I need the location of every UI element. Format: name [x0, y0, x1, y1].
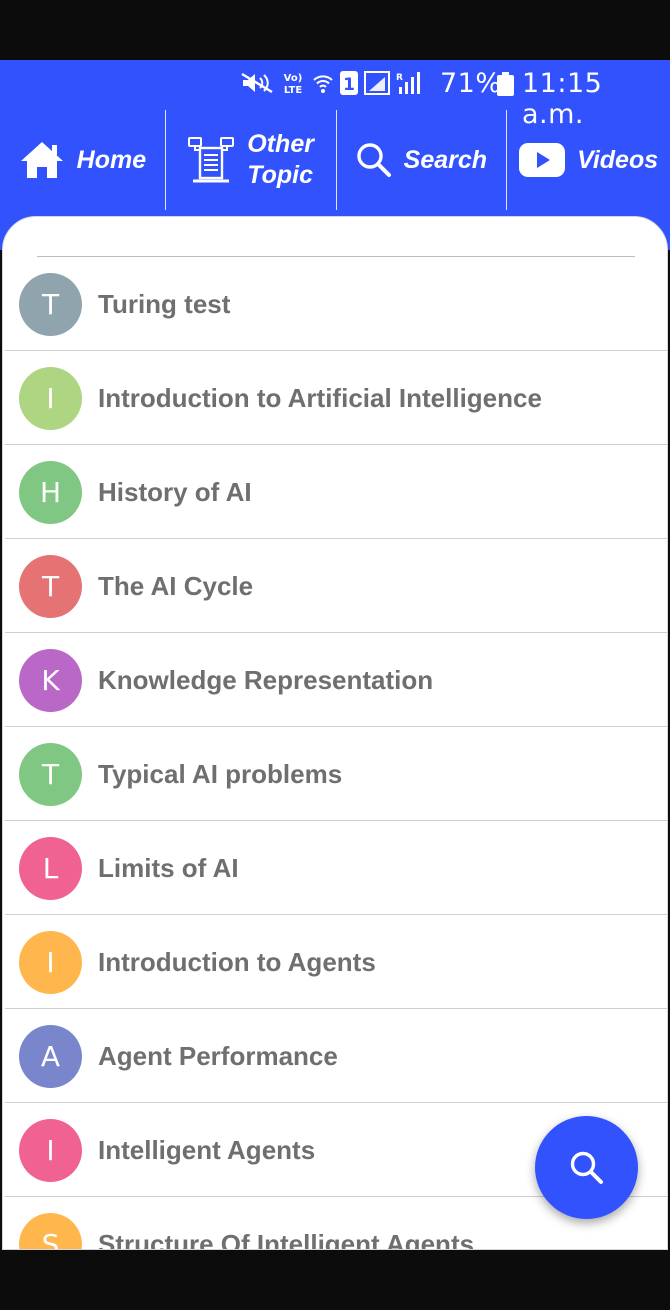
volte-icon: Vo) LTE: [284, 73, 303, 95]
nav-search-button[interactable]: Search: [337, 110, 507, 210]
letter-avatar: S: [19, 1213, 82, 1249]
battery-icon: [497, 72, 514, 96]
letter-avatar: T: [19, 555, 82, 618]
list-item[interactable]: L Limits of AI: [5, 821, 667, 915]
svg-text:R: R: [396, 73, 403, 83]
svg-text:1: 1: [343, 75, 355, 95]
letter-avatar: T: [19, 743, 82, 806]
letter-avatar: A: [19, 1025, 82, 1088]
list-item[interactable]: T Turing test: [5, 257, 667, 351]
list-item[interactable]: T Typical AI problems: [5, 727, 667, 821]
wifi-icon: [313, 75, 333, 93]
home-icon: [19, 140, 65, 180]
letter-avatar: L: [19, 837, 82, 900]
search-icon: [356, 142, 392, 178]
top-bezel: [0, 0, 670, 60]
topic-list-card: T Turing test I Introduction to Artificial …: [2, 216, 668, 1250]
signal-sim2-icon: R: [396, 72, 420, 94]
nav-home-button[interactable]: Home: [0, 110, 165, 210]
letter-avatar: K: [19, 649, 82, 712]
nav-other-topic-button[interactable]: Other Topic: [166, 110, 336, 210]
letter-avatar: I: [19, 1119, 82, 1182]
mute-icon: [241, 72, 273, 94]
list-item[interactable]: H History of AI: [5, 445, 667, 539]
nav-other-topic-line1: Other: [247, 130, 314, 158]
topic-title: Knowledge Representation: [98, 665, 434, 695]
list-item[interactable]: I Introduction to Artificial Intelligence: [5, 351, 667, 445]
topic-title: Intelligent Agents: [98, 1135, 316, 1165]
battery-percent: 71%: [440, 68, 502, 99]
sim-1-icon: 1: [340, 71, 358, 95]
svg-text:Vo): Vo): [284, 73, 303, 84]
topic-title: Introduction to Artificial Intelligence: [98, 383, 542, 413]
signal-sim1-icon: [364, 71, 390, 95]
topic-title: Limits of AI: [98, 853, 239, 883]
topic-title: Structure Of Intelligent Agents: [98, 1229, 475, 1250]
list-item[interactable]: T The AI Cycle: [5, 539, 667, 633]
status-bar: Vo) LTE 1 R 71% 11:15 a.m.: [0, 60, 670, 130]
letter-avatar: I: [19, 367, 82, 430]
letter-avatar: T: [19, 273, 82, 336]
topic-list: T Turing test I Introduction to Artificial …: [5, 257, 667, 1250]
letter-avatar: H: [19, 461, 82, 524]
list-item[interactable]: K Knowledge Representation: [5, 633, 667, 727]
nav-other-topic-line2: Topic: [247, 161, 314, 189]
top-nav: Home Other Topic Search Videos: [0, 110, 670, 210]
search-icon: [570, 1151, 603, 1184]
topic-title: History of AI: [98, 477, 252, 507]
nav-other-topic-label: Other Topic: [247, 129, 314, 191]
status-icons: Vo) LTE 1 R: [240, 70, 420, 96]
nav-search-label: Search: [403, 145, 488, 174]
list-item[interactable]: I Introduction to Agents: [5, 915, 667, 1009]
server-icon: [187, 136, 235, 184]
topic-title: Typical AI problems: [98, 759, 343, 789]
nav-videos-button[interactable]: Videos: [507, 110, 670, 210]
topic-title: Agent Performance: [98, 1041, 338, 1071]
youtube-icon: [519, 143, 566, 177]
nav-videos-label: Videos: [577, 145, 659, 174]
letter-avatar: I: [19, 931, 82, 994]
search-fab-button[interactable]: [535, 1116, 638, 1219]
topic-title: Introduction to Agents: [98, 947, 376, 977]
nav-home-label: Home: [76, 145, 147, 174]
list-item[interactable]: A Agent Performance: [5, 1009, 667, 1103]
topic-title: The AI Cycle: [98, 571, 254, 601]
svg-text:LTE: LTE: [284, 85, 303, 95]
bottom-bezel: [0, 1250, 670, 1310]
topic-title: Turing test: [98, 289, 231, 319]
